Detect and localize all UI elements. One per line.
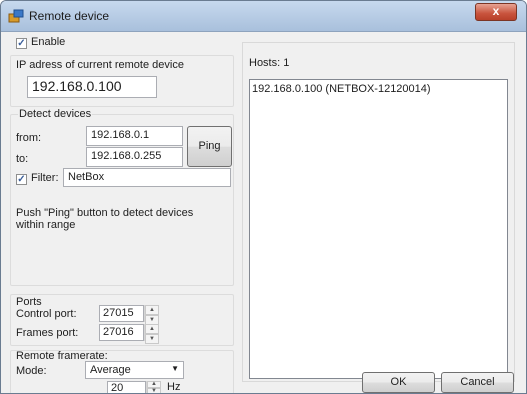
control-port-field[interactable]: 27015 [99,305,144,322]
control-port-spinner[interactable]: ▲ ▼ [144,305,159,325]
title-bar: Remote device x [1,1,526,32]
filter-checkbox[interactable]: ✓ [16,174,27,185]
ok-button[interactable]: OK [362,372,435,393]
frames-port-label: Frames port: [16,327,79,339]
frames-port-value: 27016 [103,326,134,338]
filter-field[interactable]: NetBox [63,168,231,187]
hz-spinner[interactable]: ▲ ▼ [146,381,161,393]
close-button[interactable]: x [475,3,517,21]
checkmark-icon: ✓ [17,38,26,49]
spin-up-icon[interactable]: ▲ [147,381,161,388]
ports-title: Ports [16,296,42,308]
control-port-value: 27015 [103,307,134,319]
hz-field[interactable]: 20 [107,381,146,394]
frames-port-spinner[interactable]: ▲ ▼ [144,324,159,344]
from-ip-field[interactable]: 192.168.0.1 [86,126,183,146]
ip-address-field[interactable]: 192.168.0.100 [27,76,157,98]
remote-device-window: Remote device x ✓ Enable IP adress of cu… [0,0,527,394]
spin-down-icon[interactable]: ▼ [147,388,161,393]
from-label: from: [16,132,42,144]
ping-hint-text: Push "Ping" button to detect devices wit… [16,207,194,231]
to-label: to: [16,153,29,165]
spin-up-icon[interactable]: ▲ [145,305,159,315]
hosts-list[interactable]: 192.168.0.100 (NETBOX-12120014) [249,79,508,379]
spin-up-icon[interactable]: ▲ [145,324,159,334]
detect-devices-title: Detect devices [18,108,93,120]
mode-value: Average [90,364,131,376]
enable-checkbox[interactable]: ✓ [16,38,27,49]
dialog-client-area: ✓ Enable IP adress of current remote dev… [10,32,518,394]
checkmark-icon: ✓ [17,174,26,185]
remote-device-app-icon [8,9,24,23]
enable-label: Enable [31,36,66,48]
filter-label: Filter: [31,172,59,184]
to-ip-field[interactable]: 192.168.0.255 [86,147,183,167]
hosts-count-label: Hosts: 1 [249,57,290,69]
mode-dropdown[interactable]: Average ▼ [85,361,184,379]
control-port-label: Control port: [16,308,77,320]
hz-unit-label: Hz [167,381,181,393]
list-item[interactable]: 192.168.0.100 (NETBOX-12120014) [252,83,505,95]
cancel-button[interactable]: Cancel [441,372,514,393]
chevron-down-icon[interactable]: ▼ [171,364,179,373]
spin-down-icon[interactable]: ▼ [145,334,159,344]
hz-value: 20 [111,382,124,394]
ip-label: IP adress of current remote device [16,59,184,71]
frames-port-field[interactable]: 27016 [99,324,144,341]
mode-label: Mode: [16,365,47,377]
ping-button[interactable]: Ping [187,126,232,167]
window-title: Remote device [29,9,110,23]
close-icon: x [492,4,500,18]
